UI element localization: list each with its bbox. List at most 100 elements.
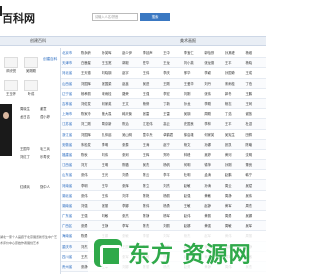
- province-link[interactable]: 海南省: [61, 233, 81, 238]
- artist-name-link[interactable]: 王静: [102, 223, 123, 228]
- artist-name-link[interactable]: 高云: [163, 121, 184, 126]
- artist-name-link[interactable]: 刘洋: [122, 193, 143, 198]
- artist-name-link[interactable]: 黄河: [225, 152, 246, 157]
- artist-name-link[interactable]: 张雷: [143, 111, 164, 116]
- artist-name-link[interactable]: 吴钢: [184, 111, 205, 116]
- artist-name-link[interactable]: 沈明: [245, 152, 266, 157]
- artist-name-link[interactable]: 郭毅: [122, 60, 143, 65]
- artist-name-link[interactable]: 吴娜: [245, 213, 266, 218]
- province-link[interactable]: 浙江省: [61, 132, 81, 137]
- artist-name-link[interactable]: 张泰: [122, 142, 143, 147]
- artist-name-link[interactable]: 李明: [81, 183, 102, 188]
- artist-name-link[interactable]: 黄军: [225, 203, 246, 208]
- artist-name-link[interactable]: 邢华: [184, 70, 205, 75]
- artist-name-link[interactable]: 陈永龄: [81, 50, 102, 55]
- artist-name-link[interactable]: 郭冬: [225, 91, 246, 96]
- artist-name-link[interactable]: 王伟: [143, 70, 164, 75]
- artist-name-link[interactable]: 杜滋: [245, 121, 266, 126]
- province-link[interactable]: 北京市: [61, 50, 81, 55]
- province-link[interactable]: 四川省: [61, 254, 81, 259]
- artist-name-link[interactable]: 杨晓: [245, 60, 266, 65]
- province-link[interactable]: 河南省: [61, 183, 81, 188]
- province-link[interactable]: 山东省: [61, 172, 81, 177]
- artist-name-link[interactable]: 陈秋: [81, 152, 102, 157]
- artist-name-link[interactable]: 赵敏: [184, 183, 205, 188]
- artist-name-link[interactable]: 陈艳: [143, 193, 164, 198]
- side-name-link[interactable]: 谭小婷: [40, 114, 50, 119]
- artist-name-link[interactable]: 王文: [122, 101, 143, 106]
- artist-name-link[interactable]: 赵伟: [184, 213, 205, 218]
- artist-name-link[interactable]: 董良: [245, 162, 266, 167]
- artist-name-link[interactable]: 施大畏: [102, 111, 123, 116]
- thumb-card[interactable]: 王玉怀: [4, 80, 18, 96]
- artist-name-link[interactable]: 周京新: [102, 121, 123, 126]
- artist-name-link[interactable]: 赵娜: [184, 223, 205, 228]
- artist-name-link[interactable]: 孙其峰: [225, 50, 246, 55]
- artist-name-link[interactable]: 杨修: [143, 101, 164, 106]
- artist-name-link[interactable]: 刘丽: [163, 223, 184, 228]
- province-link[interactable]: 广东省: [61, 213, 81, 218]
- artist-name-link[interactable]: 刘国辉: [81, 132, 102, 137]
- artist-name-link[interactable]: 刘晓钢: [102, 70, 123, 75]
- artist-name-link[interactable]: 王平: [225, 60, 246, 65]
- artist-name-link[interactable]: 王玉宽: [102, 60, 123, 65]
- province-link[interactable]: 重庆市: [61, 244, 81, 249]
- artist-name-link[interactable]: 孙英晖: [102, 50, 123, 55]
- side-name-link[interactable]: 乐寿安: [40, 154, 50, 159]
- artist-name-link[interactable]: 孙龙: [184, 101, 205, 106]
- artist-name-link[interactable]: 张伟: [81, 193, 102, 198]
- artist-name-link[interactable]: 杨勇: [163, 203, 184, 208]
- artist-name-link[interactable]: 李平: [163, 172, 184, 177]
- artist-name-link[interactable]: 徐启雄: [184, 132, 205, 137]
- artist-name-link[interactable]: 刘杰: [163, 183, 184, 188]
- province-link[interactable]: 湖南省: [61, 203, 81, 208]
- artist-name-link[interactable]: 黄强: [204, 223, 225, 228]
- artist-name-link[interactable]: 李明: [102, 142, 123, 147]
- artist-name-link[interactable]: 陈伟: [143, 203, 164, 208]
- artist-name-link[interactable]: 赵鑫: [122, 81, 143, 86]
- artist-name-link[interactable]: 杨文: [184, 142, 205, 147]
- artist-name-link[interactable]: 赵少伊: [122, 50, 143, 55]
- artist-name-link[interactable]: 王鹏: [245, 91, 266, 96]
- artist-name-link[interactable]: 韩天衡: [122, 111, 143, 116]
- artist-name-link[interactable]: 王天德: [81, 70, 102, 75]
- province-link[interactable]: 贵州省: [61, 264, 81, 269]
- artist-name-link[interactable]: 丁新: [163, 101, 184, 106]
- artist-name-link[interactable]: 周杰: [245, 203, 266, 208]
- search-button[interactable]: 搜索: [140, 13, 170, 21]
- artist-name-link[interactable]: 孙涛: [204, 183, 225, 188]
- artist-name-link[interactable]: 刘强: [81, 203, 102, 208]
- artist-name-link[interactable]: 赵宇: [122, 70, 143, 75]
- artist-name-link[interactable]: 宋雨桂: [225, 81, 246, 86]
- artist-name-link[interactable]: 王爱华: [184, 81, 205, 86]
- artist-name-link[interactable]: 张丽: [102, 203, 123, 208]
- artist-name-link[interactable]: 吴伟: [245, 193, 266, 198]
- artist-name-link[interactable]: 陈杰: [143, 223, 164, 228]
- site-logo[interactable]: 百科网: [2, 10, 35, 26]
- artist-name-link[interactable]: 张凯: [225, 142, 246, 147]
- left-subtitle-link[interactable]: 创建百科: [43, 57, 57, 62]
- artist-name-link[interactable]: 陈治: [122, 121, 143, 126]
- artist-name-link[interactable]: 吴山明: [122, 132, 143, 137]
- side-name-link[interactable]: 龙日吉: [20, 114, 30, 119]
- side-name-link[interactable]: 刘红丁: [20, 154, 30, 159]
- artist-name-link[interactable]: 刘刚: [184, 91, 205, 96]
- artist-name-link[interactable]: 刘丹: [204, 81, 225, 86]
- artist-name-link[interactable]: 韩宁: [245, 172, 266, 177]
- province-link[interactable]: 河北省: [61, 70, 81, 75]
- artist-name-link[interactable]: 刘勇: [122, 172, 143, 177]
- artist-name-link[interactable]: 何家英: [204, 132, 225, 137]
- artist-name-link[interactable]: 吴宪生: [225, 132, 246, 137]
- artist-name-link[interactable]: 杨维: [245, 50, 266, 55]
- artist-name-link[interactable]: 杨志: [225, 101, 246, 106]
- artist-name-link[interactable]: 田佩: [245, 132, 266, 137]
- artist-name-link[interactable]: 白鹿星: [81, 60, 102, 65]
- artist-name-link[interactable]: 王刚: [163, 81, 184, 86]
- artist-name-link[interactable]: 卓鹤君: [163, 132, 184, 137]
- artist-name-link[interactable]: 李林: [204, 121, 225, 126]
- artist-name-link[interactable]: 王珂: [245, 101, 266, 106]
- artist-name-link[interactable]: 丁浩: [225, 111, 246, 116]
- artist-name-link[interactable]: 何明: [184, 162, 205, 167]
- artist-name-link[interactable]: 张杰: [122, 213, 143, 218]
- artist-name-link[interactable]: 黄丽: [204, 213, 225, 218]
